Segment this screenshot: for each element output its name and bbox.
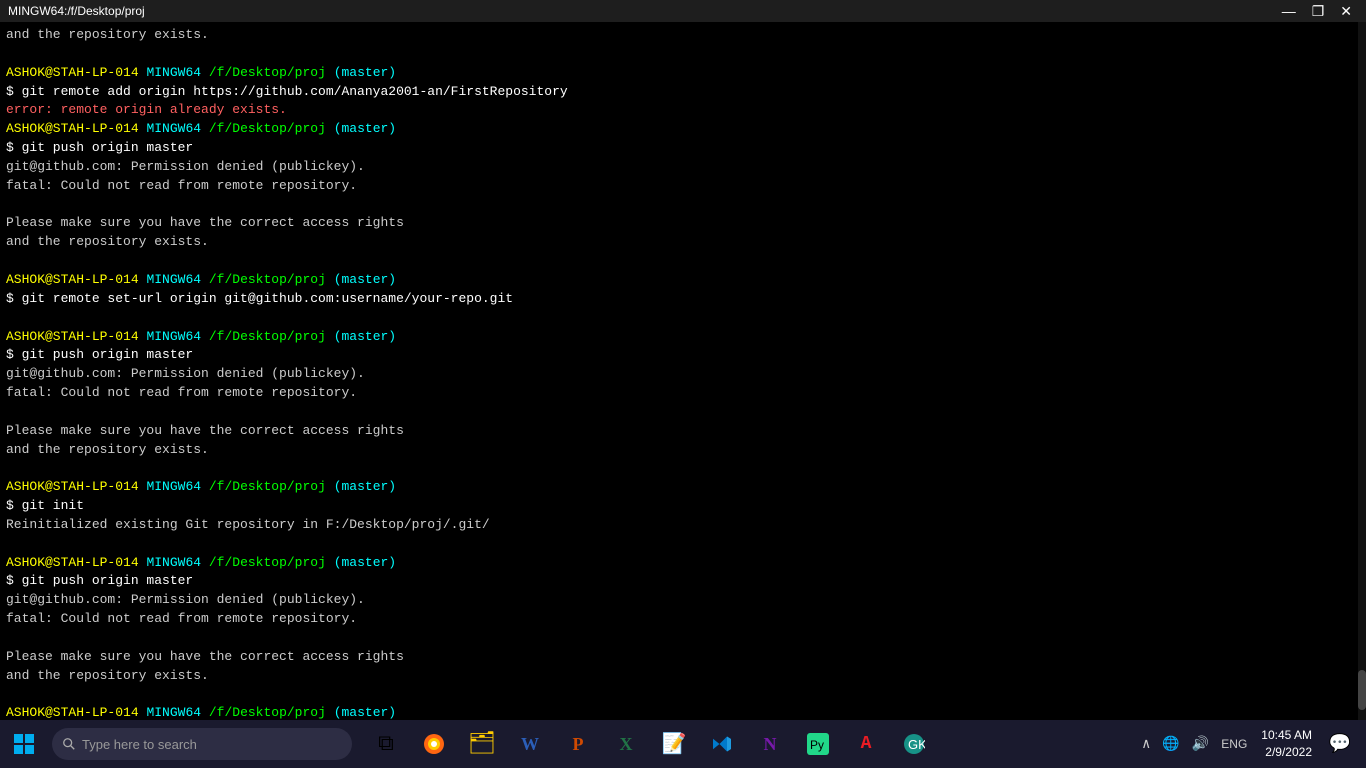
terminal-line: $ git push origin master	[6, 572, 1360, 591]
search-input[interactable]	[82, 737, 342, 752]
volume-icon[interactable]: 🔊	[1188, 736, 1213, 753]
notification-button[interactable]: 💬	[1322, 720, 1358, 768]
terminal-line	[6, 535, 1360, 554]
terminal-line: and the repository exists.	[6, 26, 1360, 45]
terminal-line: Please make sure you have the correct ac…	[6, 648, 1360, 667]
start-button[interactable]	[0, 720, 48, 768]
svg-text:GK: GK	[908, 737, 925, 752]
terminal-line: fatal: Could not read from remote reposi…	[6, 384, 1360, 403]
terminal-line: $ git remote set-url origin git@github.c…	[6, 290, 1360, 309]
terminal-line: ASHOK@STAH-LP-014 MINGW64 /f/Desktop/pro…	[6, 120, 1360, 139]
maximize-button[interactable]: ❐	[1306, 1, 1331, 21]
terminal-line: fatal: Could not read from remote reposi…	[6, 610, 1360, 629]
terminal-line: ASHOK@STAH-LP-014 MINGW64 /f/Desktop/pro…	[6, 554, 1360, 573]
powerpoint-icon[interactable]: P	[556, 722, 600, 766]
gitkraken-icon[interactable]: GK	[892, 722, 936, 766]
taskbar-icons: ⧉ 🗂 W P X 📝 N Py A	[364, 720, 936, 768]
windows-logo-icon	[13, 733, 35, 755]
clock-date: 2/9/2022	[1261, 744, 1312, 761]
terminal-line	[6, 403, 1360, 422]
terminal-line: and the repository exists.	[6, 667, 1360, 686]
terminal-body[interactable]: and the repository exists. ASHOK@STAH-LP…	[0, 22, 1366, 720]
network-icon[interactable]: 🌐	[1158, 736, 1183, 753]
terminal-line	[6, 196, 1360, 215]
terminal-line	[6, 45, 1360, 64]
explorer-icon[interactable]: 🗂	[460, 722, 504, 766]
svg-text:Py: Py	[810, 738, 824, 752]
title-bar: MINGW64:/f/Desktop/proj — ❐ ✕	[0, 0, 1366, 22]
clock[interactable]: 10:45 AM 2/9/2022	[1255, 727, 1318, 761]
scrollbar[interactable]	[1358, 22, 1366, 720]
system-tray-expand[interactable]: ∧	[1138, 736, 1154, 753]
terminal-window: MINGW64:/f/Desktop/proj — ❐ ✕ and the re…	[0, 0, 1366, 720]
close-button[interactable]: ✕	[1334, 1, 1358, 21]
terminal-line	[6, 459, 1360, 478]
taskbar-right: ∧ 🌐 🔊 ENG 10:45 AM 2/9/2022 💬	[1138, 720, 1366, 768]
terminal-line: and the repository exists.	[6, 441, 1360, 460]
terminal-line: ASHOK@STAH-LP-014 MINGW64 /f/Desktop/pro…	[6, 704, 1360, 720]
terminal-line: $ git init	[6, 497, 1360, 516]
terminal-line: error: remote origin already exists.	[6, 101, 1360, 120]
terminal-line: git@github.com: Permission denied (publi…	[6, 365, 1360, 384]
terminal-line: Please make sure you have the correct ac…	[6, 422, 1360, 441]
word-icon[interactable]: W	[508, 722, 552, 766]
terminal-line: $ git remote add origin https://github.c…	[6, 83, 1360, 102]
scroll-thumb[interactable]	[1358, 670, 1366, 710]
language-label[interactable]: ENG	[1217, 737, 1251, 751]
terminal-line: git@github.com: Permission denied (publi…	[6, 158, 1360, 177]
terminal-line	[6, 309, 1360, 328]
vscode-icon[interactable]	[700, 722, 744, 766]
terminal-line: git@github.com: Permission denied (publi…	[6, 591, 1360, 610]
terminal-line: ASHOK@STAH-LP-014 MINGW64 /f/Desktop/pro…	[6, 478, 1360, 497]
terminal-line: ASHOK@STAH-LP-014 MINGW64 /f/Desktop/pro…	[6, 328, 1360, 347]
terminal-line: Please make sure you have the correct ac…	[6, 214, 1360, 233]
search-icon	[62, 737, 76, 751]
terminal-line	[6, 629, 1360, 648]
terminal-line: $ git push origin master	[6, 139, 1360, 158]
clock-time: 10:45 AM	[1261, 727, 1312, 744]
search-bar[interactable]	[52, 728, 352, 760]
taskbar: ⧉ 🗂 W P X 📝 N Py A	[0, 720, 1366, 768]
terminal-line: ASHOK@STAH-LP-014 MINGW64 /f/Desktop/pro…	[6, 64, 1360, 83]
terminal-line: and the repository exists.	[6, 233, 1360, 252]
title-bar-text: MINGW64:/f/Desktop/proj	[8, 4, 145, 18]
excel-icon[interactable]: X	[604, 722, 648, 766]
terminal-line: ASHOK@STAH-LP-014 MINGW64 /f/Desktop/pro…	[6, 271, 1360, 290]
terminal-line: Reinitialized existing Git repository in…	[6, 516, 1360, 535]
firefox-icon[interactable]	[412, 722, 456, 766]
pycharm-icon[interactable]: Py	[796, 722, 840, 766]
terminal-line	[6, 252, 1360, 271]
title-bar-controls: — ❐ ✕	[1276, 1, 1358, 21]
notepad-icon[interactable]: 📝	[652, 722, 696, 766]
terminal-line	[6, 686, 1360, 705]
acrobat-icon[interactable]: A	[844, 722, 888, 766]
onenote-icon[interactable]: N	[748, 722, 792, 766]
terminal-line: fatal: Could not read from remote reposi…	[6, 177, 1360, 196]
minimize-button[interactable]: —	[1276, 1, 1302, 21]
taskview-icon[interactable]: ⧉	[364, 722, 408, 766]
terminal-line: $ git push origin master	[6, 346, 1360, 365]
